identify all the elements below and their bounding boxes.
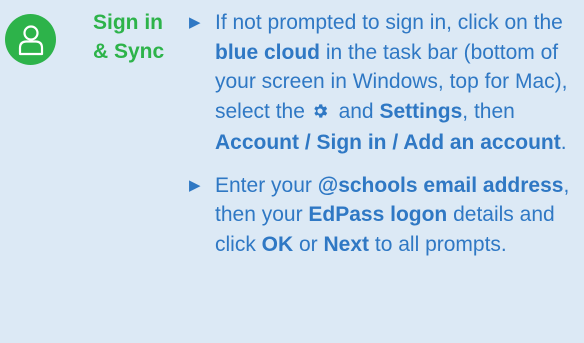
blue-cloud-text: blue cloud <box>215 40 320 64</box>
text: Enter your <box>215 173 318 197</box>
list-item: ▶ Enter your @schools email address, the… <box>189 171 581 260</box>
text: . <box>560 131 567 154</box>
section-title-line1: Sign in <box>93 11 163 34</box>
ok-text: OK <box>261 232 294 256</box>
bullet-arrow-icon: ▶ <box>189 14 201 31</box>
instruction-list: ▶ If not prompted to sign in, click on t… <box>189 8 581 272</box>
text: and <box>332 99 380 123</box>
section-title: Sign in & Sync <box>93 8 193 66</box>
edpass-text: EdPass logon <box>308 203 448 226</box>
text: If not prompted to sign in, click on the <box>215 11 563 34</box>
email-text: @schools email address <box>317 173 564 197</box>
section-title-line2: & Sync <box>93 40 165 63</box>
bullet-arrow-icon: ▶ <box>189 176 201 194</box>
list-item: ▶ If not prompted to sign in, click on t… <box>189 8 581 158</box>
account-path-text: Account / Sign in / Add an account <box>215 131 561 154</box>
text: , then <box>462 99 515 123</box>
next-text: Next <box>323 232 370 256</box>
user-glyph <box>18 24 43 55</box>
gear-icon <box>311 99 329 129</box>
text: or <box>293 232 324 256</box>
user-icon <box>5 14 56 65</box>
settings-text: Settings <box>379 99 463 123</box>
text: to all prompts. <box>369 232 507 256</box>
